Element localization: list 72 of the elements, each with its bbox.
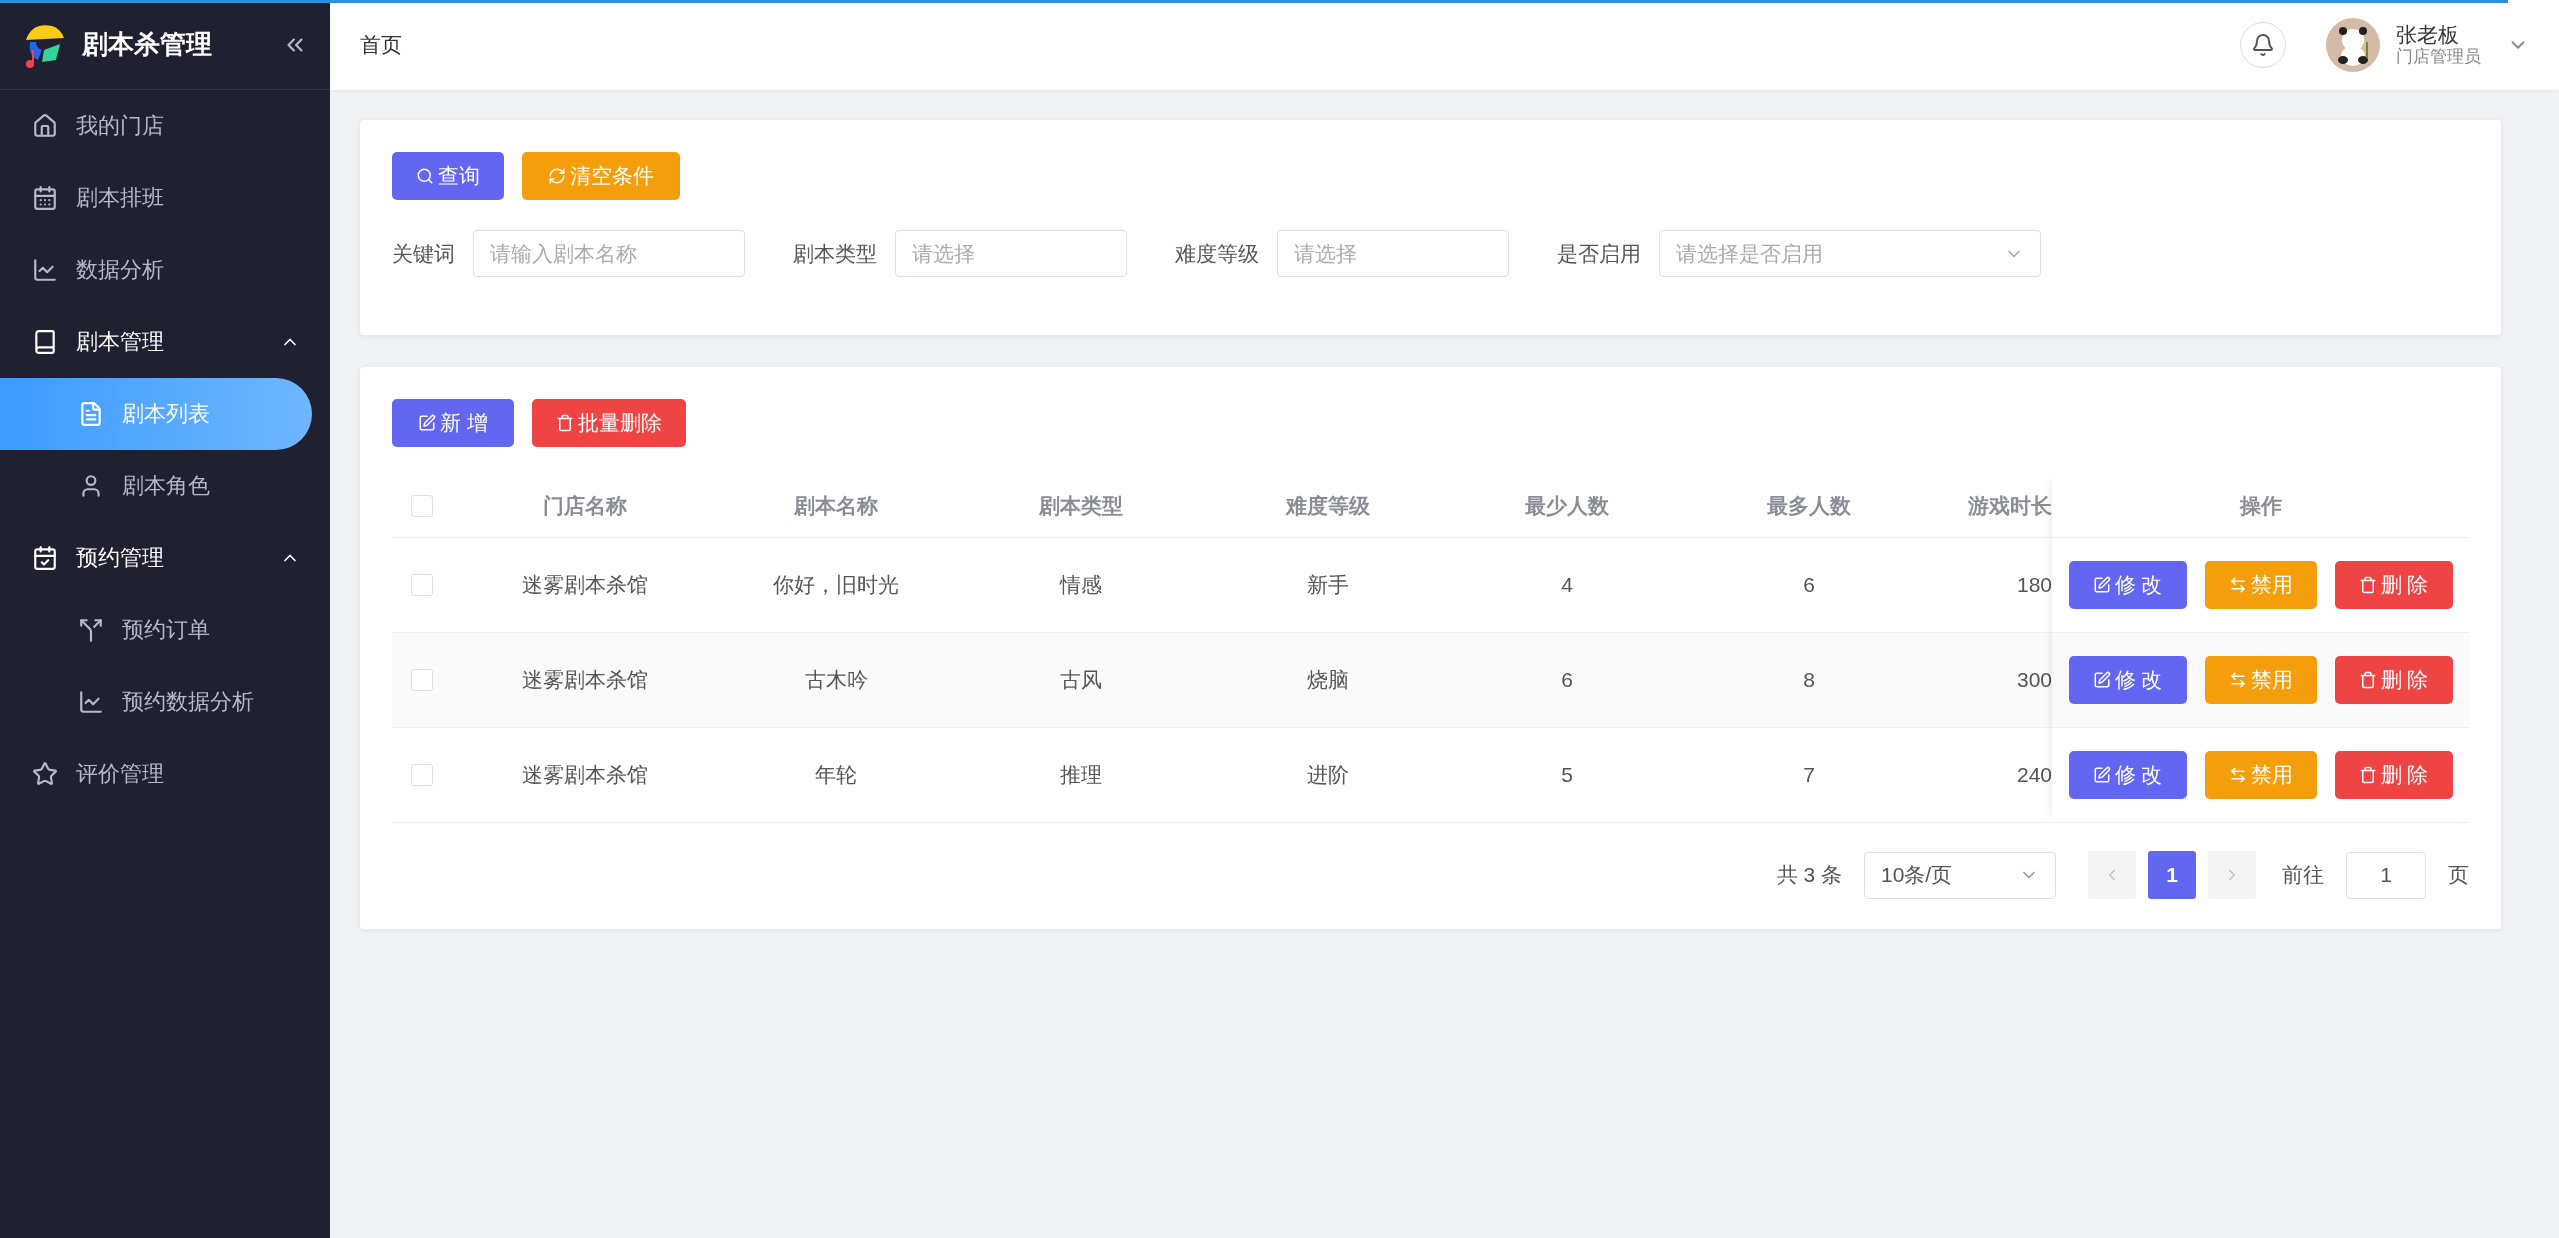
edit-icon <box>2092 766 2111 784</box>
trash-icon <box>2358 576 2377 594</box>
book-icon <box>32 329 58 355</box>
swap-icon <box>2228 671 2247 689</box>
table-cell: 300 <box>1932 633 2052 728</box>
field-label: 是否启用 <box>1557 240 1641 267</box>
page-button[interactable]: 1 <box>2148 851 2196 899</box>
swap-icon <box>2228 576 2247 594</box>
checkbox[interactable] <box>411 669 433 691</box>
app-title: 剧本杀管理 <box>82 28 213 61</box>
swap-icon <box>2228 766 2247 784</box>
field-label: 剧本类型 <box>793 240 877 267</box>
document-icon <box>78 401 104 427</box>
page-suffix: 页 <box>2448 862 2469 888</box>
table-cell: 烧脑 <box>1208 633 1448 728</box>
trash-icon <box>555 414 574 432</box>
edit-icon <box>2092 576 2111 594</box>
edit-button[interactable]: 修 改 <box>2068 656 2187 704</box>
menu-group[interactable]: 预约管理 <box>0 522 330 594</box>
delete-button[interactable]: 删 除 <box>2334 656 2453 704</box>
goto-label: 前往 <box>2282 862 2324 888</box>
checkbox[interactable] <box>411 495 433 517</box>
menu-item[interactable]: 评价管理 <box>0 738 330 810</box>
page-size-select[interactable]: 10条/页 <box>1864 851 2056 899</box>
menu-group[interactable]: 剧本管理 <box>0 306 330 378</box>
refresh-icon <box>548 167 566 185</box>
input-field[interactable]: 请输入剧本名称 <box>473 230 745 277</box>
menu-item[interactable]: 剧本排班 <box>0 162 330 234</box>
edit-button[interactable]: 修 改 <box>2068 561 2187 609</box>
table-cell: 古风 <box>954 633 1208 728</box>
table-cell: 8 <box>1686 633 1932 728</box>
bell-icon <box>2251 33 2275 57</box>
submenu-item[interactable]: 剧本角色 <box>0 450 330 522</box>
breadcrumb[interactable]: 首页 <box>360 31 2240 59</box>
checkbox[interactable] <box>411 764 433 786</box>
field-label: 关键词 <box>392 240 455 267</box>
delete-button[interactable]: 删 除 <box>2334 751 2453 799</box>
submenu-item[interactable]: 剧本列表 <box>0 378 312 450</box>
trash-icon <box>2358 766 2377 784</box>
checkbox[interactable] <box>411 574 433 596</box>
page-input[interactable]: 1 <box>2346 851 2426 899</box>
line-chart-icon <box>32 257 58 283</box>
calendar-icon <box>32 185 58 211</box>
user-role: 门店管理员 <box>2396 47 2481 67</box>
field-label: 难度等级 <box>1175 240 1259 267</box>
total-count: 共 3 条 <box>1776 862 1842 888</box>
home-icon <box>32 113 58 139</box>
edit-icon <box>2092 671 2111 689</box>
line-chart-icon <box>78 689 104 715</box>
user-name: 张老板 <box>2396 23 2460 47</box>
notification-button[interactable] <box>2240 22 2286 68</box>
select-field[interactable]: 请选择是否启用 <box>1659 230 2041 277</box>
delete-button[interactable]: 删 除 <box>2334 561 2453 609</box>
calendar-check-icon <box>32 545 58 571</box>
submenu-item[interactable]: 预约订单 <box>0 594 330 666</box>
table-cell: 6 <box>1448 633 1686 728</box>
edit-button[interactable]: 修 改 <box>2068 751 2187 799</box>
add-button[interactable]: 新 增 <box>392 399 514 447</box>
search-icon <box>416 167 434 185</box>
submenu-item[interactable]: 预约数据分析 <box>0 666 330 738</box>
search-button[interactable]: 查询 <box>392 152 504 200</box>
table-cell: 古木吟 <box>718 633 954 728</box>
split-arrow-icon <box>78 617 104 643</box>
menu-item[interactable]: 我的门店 <box>0 90 330 162</box>
edit-icon <box>418 414 436 432</box>
trash-icon <box>2358 671 2377 689</box>
input-field[interactable]: 请选择 <box>895 230 1127 277</box>
delete-button[interactable]: 批量删除 <box>531 399 686 447</box>
input-field[interactable]: 请选择 <box>1277 230 1509 277</box>
table-cell: 迷雾剧本杀馆 <box>452 633 718 728</box>
menu-item[interactable]: 数据分析 <box>0 234 330 306</box>
star-icon <box>32 761 58 787</box>
